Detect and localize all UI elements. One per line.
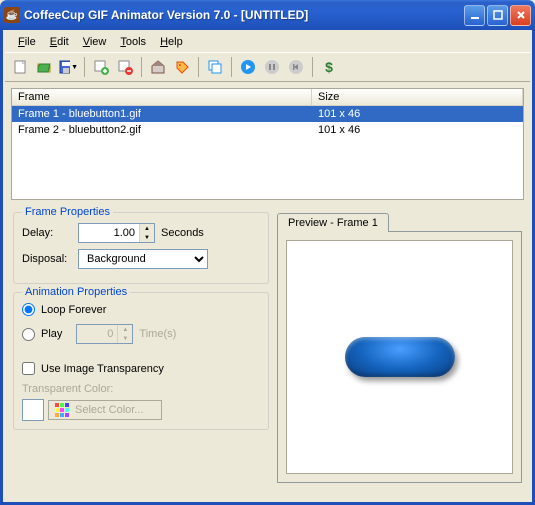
frame-size: 101 x 46: [312, 123, 523, 137]
preview-tab[interactable]: Preview - Frame 1: [277, 213, 389, 232]
delay-spinner[interactable]: ▲▼: [78, 223, 155, 243]
play-button[interactable]: [237, 56, 259, 78]
disposal-label: Disposal:: [22, 253, 72, 265]
frame-properties-group: Frame Properties Delay: ▲▼ Seconds Dispo…: [13, 212, 269, 284]
window-body: File Edit View Tools Help ▼ $ Frame Size…: [0, 30, 535, 505]
titlebar: ☕ CoffeeCup GIF Animator Version 7.0 - […: [0, 0, 535, 30]
use-transparency-checkbox[interactable]: [22, 362, 35, 375]
times-label: Time(s): [139, 328, 176, 340]
select-color-button: Select Color...: [48, 400, 162, 420]
use-transparency-label: Use Image Transparency: [41, 363, 164, 375]
loop-forever-label: Loop Forever: [41, 304, 106, 316]
save-button[interactable]: ▼: [57, 56, 79, 78]
spin-down-icon: ▼: [118, 334, 132, 343]
dollar-button[interactable]: $: [318, 56, 340, 78]
menu-file[interactable]: File: [11, 34, 43, 50]
play-times-input: [77, 325, 117, 343]
delay-input[interactable]: [79, 224, 139, 242]
spin-down-icon[interactable]: ▼: [140, 233, 154, 242]
preview-image: [345, 337, 455, 377]
minimize-button[interactable]: [464, 5, 485, 26]
preview-body: [277, 231, 522, 483]
pause-button[interactable]: [261, 56, 283, 78]
col-size[interactable]: Size: [312, 89, 523, 105]
windows-button[interactable]: [204, 56, 226, 78]
frame-list-header: Frame Size: [12, 89, 523, 106]
menu-edit[interactable]: Edit: [43, 34, 76, 50]
spin-up-icon: ▲: [118, 325, 132, 334]
home-button[interactable]: [147, 56, 169, 78]
seconds-label: Seconds: [161, 227, 204, 239]
frame-name: Frame 1 - bluebutton1.gif: [12, 107, 312, 121]
play-times-spinner: ▲▼: [76, 324, 133, 344]
maximize-button[interactable]: [487, 5, 508, 26]
spin-up-icon[interactable]: ▲: [140, 224, 154, 233]
rewind-button[interactable]: [285, 56, 307, 78]
animation-properties-legend: Animation Properties: [22, 286, 130, 298]
tag-button[interactable]: [171, 56, 193, 78]
toolbar: ▼ $: [5, 52, 530, 82]
frame-size: 101 x 46: [312, 107, 523, 121]
remove-frame-button[interactable]: [114, 56, 136, 78]
menu-help[interactable]: Help: [153, 34, 190, 50]
transparent-color-label: Transparent Color:: [22, 383, 260, 395]
palette-icon: [55, 403, 69, 417]
add-frame-button[interactable]: [90, 56, 112, 78]
close-button[interactable]: [510, 5, 531, 26]
frame-row[interactable]: Frame 1 - bluebutton1.gif 101 x 46: [12, 106, 523, 122]
color-swatch: [22, 399, 44, 421]
preview-panel: Preview - Frame 1: [277, 212, 522, 483]
app-icon: ☕: [4, 7, 20, 23]
col-frame[interactable]: Frame: [12, 89, 312, 105]
frame-name: Frame 2 - bluebutton2.gif: [12, 123, 312, 137]
delay-label: Delay:: [22, 227, 72, 239]
play-radio[interactable]: [22, 328, 35, 341]
select-color-label: Select Color...: [75, 404, 143, 416]
frame-list[interactable]: Frame Size Frame 1 - bluebutton1.gif 101…: [11, 88, 524, 200]
frame-properties-legend: Frame Properties: [22, 206, 113, 218]
preview-canvas: [286, 240, 513, 474]
play-label: Play: [41, 328, 62, 340]
frame-row[interactable]: Frame 2 - bluebutton2.gif 101 x 46: [12, 122, 523, 138]
menu-tools[interactable]: Tools: [113, 34, 153, 50]
animation-properties-group: Animation Properties Loop Forever Play ▲…: [13, 292, 269, 430]
menubar: File Edit View Tools Help: [5, 32, 530, 52]
window-title: CoffeeCup GIF Animator Version 7.0 - [UN…: [24, 8, 462, 22]
disposal-select[interactable]: Background: [78, 249, 208, 269]
open-button[interactable]: [33, 56, 55, 78]
loop-forever-radio[interactable]: [22, 303, 35, 316]
new-button[interactable]: [9, 56, 31, 78]
menu-view[interactable]: View: [76, 34, 114, 50]
